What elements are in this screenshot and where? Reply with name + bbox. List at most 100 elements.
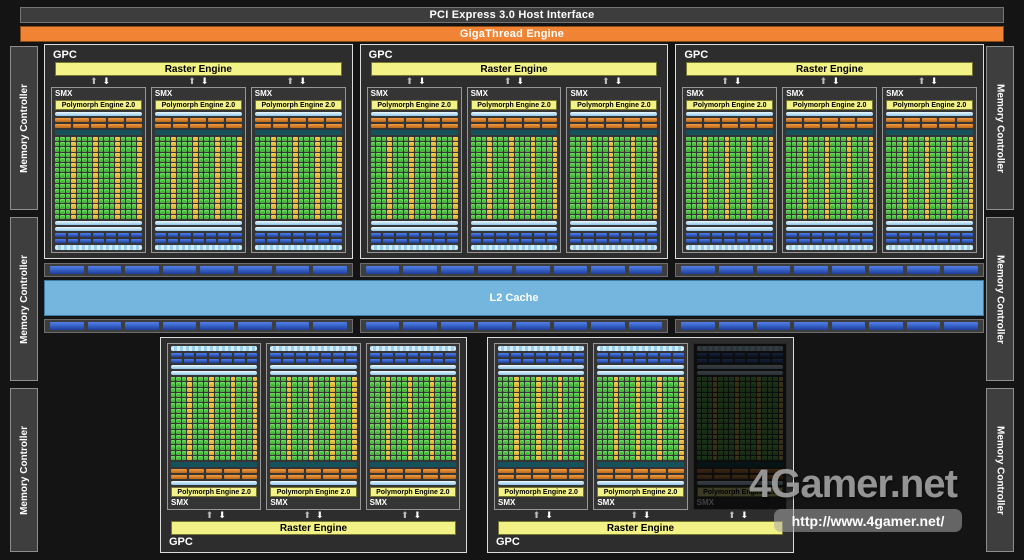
polymorph-engine-bar: Polymorph Engine 2.0 (498, 487, 584, 497)
core-cell (304, 158, 308, 162)
core-cell (270, 419, 274, 423)
core-cell (155, 168, 159, 172)
load-store-segment (737, 233, 748, 237)
core-cell (376, 163, 381, 167)
sfu-cell (679, 440, 683, 444)
core-cell (702, 409, 706, 413)
core-cell (581, 199, 585, 203)
core-cell (498, 210, 503, 214)
texture-segment (714, 475, 730, 479)
core-cell (270, 393, 274, 397)
core-cell (547, 215, 552, 219)
core-cell (126, 194, 130, 198)
sfu-cell (431, 189, 435, 193)
core-cell (674, 440, 678, 444)
smx-label: SMX (886, 90, 973, 98)
core-cell (542, 199, 546, 203)
core-cell (941, 184, 946, 188)
sfu-cell (431, 168, 435, 172)
core-cell (435, 430, 439, 434)
texture-segment (55, 118, 71, 122)
core-cell (435, 388, 439, 392)
core-cell (547, 440, 551, 444)
load-store-segment (912, 239, 923, 243)
sfu-cell (193, 153, 198, 157)
texture-units-row (371, 118, 458, 122)
interconnect-bar (255, 245, 342, 250)
core-cell (636, 168, 641, 172)
core-cell (531, 414, 535, 418)
sfu-cell (387, 199, 392, 203)
sfu-cell (747, 168, 751, 172)
core-cell (598, 210, 603, 214)
load-store-segment (724, 239, 735, 243)
load-store-segment (609, 233, 620, 237)
gpc-row-bottom: GPCRaster Engine⬆⬇⬆⬇⬆⬇SMXPolymorph Engin… (160, 337, 794, 553)
core-cell (110, 168, 115, 172)
core-cell (741, 168, 746, 172)
core-cell (204, 451, 208, 455)
core-cell (542, 440, 546, 444)
sfu-cell (137, 184, 142, 188)
core-cell (702, 388, 706, 392)
sfu-cell (193, 184, 198, 188)
core-cell (581, 204, 585, 208)
interconnect-bar (371, 245, 458, 250)
core-cell (177, 199, 181, 203)
sfu-cell (803, 184, 808, 188)
sfu-cell (409, 189, 414, 193)
core-cell (515, 215, 520, 219)
core-cell (299, 147, 304, 151)
load-store-row (55, 233, 142, 237)
core-cell (498, 147, 503, 151)
core-cell (636, 173, 641, 177)
core-cell (647, 173, 652, 177)
core-cell (570, 210, 574, 214)
load-store-segment (548, 359, 559, 363)
core-cell (581, 163, 585, 167)
sfu-cell (703, 153, 708, 157)
sfu-cell (514, 377, 518, 381)
texture-segment (370, 469, 386, 473)
sfu-cell (215, 194, 219, 198)
core-cell (674, 419, 678, 423)
sfu-cell (330, 445, 334, 449)
core-cell (525, 435, 529, 439)
core-cell (515, 179, 520, 183)
core-cell (397, 398, 401, 402)
core-cell (55, 137, 59, 141)
core-cell (419, 451, 423, 455)
load-store-segment (234, 353, 245, 357)
core-cell (226, 414, 230, 418)
core-cell (792, 173, 797, 177)
sfu-cell (636, 409, 640, 413)
core-cell (199, 199, 204, 203)
core-cell (509, 445, 513, 449)
texture-segment (957, 118, 973, 122)
core-cell (104, 173, 108, 177)
core-cell (471, 173, 475, 177)
core-cell (182, 382, 186, 386)
sfu-cell (452, 419, 456, 423)
core-cell (199, 168, 204, 172)
core-cell (99, 179, 104, 183)
core-cell (226, 403, 230, 407)
core-cell (547, 210, 552, 214)
texture-segment (323, 469, 339, 473)
core-cell (437, 210, 442, 214)
load-store-segment (647, 239, 658, 243)
load-store-row (786, 239, 873, 243)
core-cell (221, 147, 226, 151)
core-cell (952, 137, 957, 141)
sfu-cell (487, 173, 492, 177)
core-cell (768, 393, 772, 397)
core-cell (171, 430, 175, 434)
load-store-segment (862, 239, 873, 243)
core-cell (797, 204, 801, 208)
core-cell (668, 388, 672, 392)
core-cell (220, 403, 224, 407)
sfu-cell (337, 147, 342, 151)
core-cell (525, 168, 530, 172)
core-cell (819, 210, 823, 214)
sfu-cell (558, 440, 562, 444)
